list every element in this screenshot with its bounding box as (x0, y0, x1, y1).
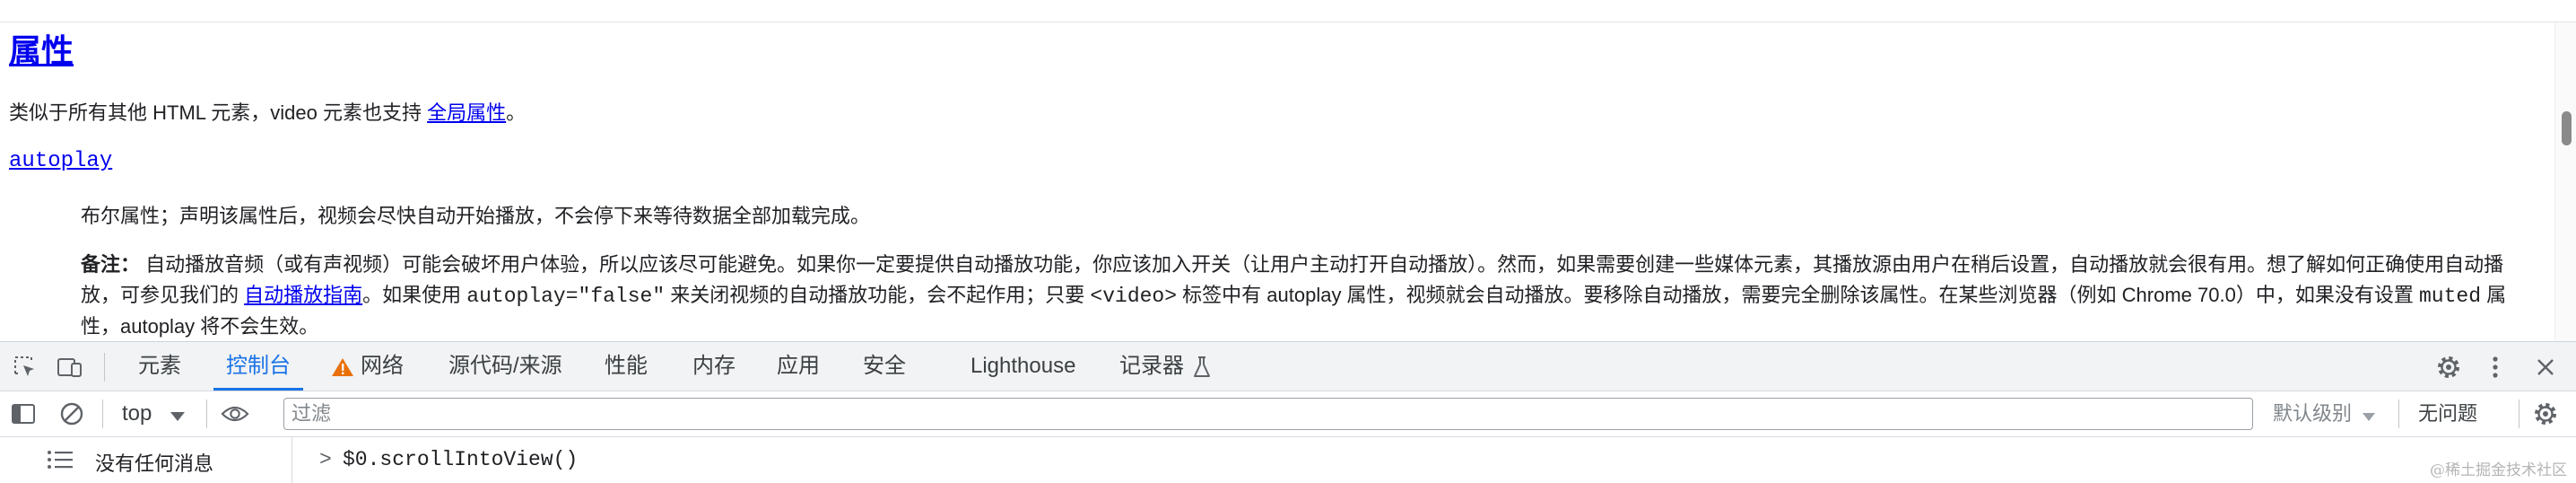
close-icon[interactable] (2531, 353, 2560, 382)
more-vertical-icon[interactable] (2481, 353, 2510, 382)
warning-icon (328, 353, 357, 382)
console-body: 没有任何消息 > $0.scrollIntoView() @稀土掘金技术社区 (0, 437, 2576, 483)
console-settings-icon[interactable] (2531, 400, 2560, 428)
log-levels-label: 默认级别 (2273, 402, 2353, 425)
intro-end: 。 (506, 101, 527, 124)
page-scrollbar-track[interactable] (2554, 22, 2576, 341)
console-filter-input[interactable] (283, 398, 2253, 430)
toolbar-divider (2398, 400, 2399, 428)
note-code-muted: muted (2418, 285, 2481, 308)
list-icon (47, 450, 74, 474)
tab-bar-divider (104, 353, 105, 382)
console-toolbar: top 默认级别 无问题 (0, 391, 2576, 437)
autoplay-note: 备注： 自动播放音频（或有声视频）可能会破坏用户体验，所以应该尽可能避免。如果你… (81, 250, 2529, 341)
global-attributes-link[interactable]: 全局属性 (427, 101, 506, 124)
intro-text: 类似于所有其他 HTML 元素，video 元素也支持 (9, 101, 422, 124)
autoplay-guide-link[interactable]: 自动播放指南 (244, 284, 362, 306)
note-code-autoplay-false: autoplay="false" (466, 285, 666, 308)
note-text-2: 。如果使用 (362, 284, 462, 306)
settings-icon[interactable] (2434, 353, 2463, 382)
tab-application[interactable]: 应用 (777, 342, 820, 391)
tab-recorder[interactable]: 记录器 (1119, 342, 1184, 391)
autoplay-term-link[interactable]: autoplay (9, 149, 112, 173)
tab-performance[interactable]: 性能 (605, 342, 648, 391)
tab-security[interactable]: 安全 (863, 342, 906, 391)
sidebar-toggle-icon[interactable] (9, 400, 38, 428)
flask-icon (1188, 353, 1216, 382)
context-selector[interactable]: top (122, 400, 186, 429)
toolbar-divider (102, 400, 103, 428)
section-heading-link[interactable]: 属性 (9, 25, 74, 72)
note-text-3: 来关闭视频的自动播放功能，会不起作用；只要 (670, 284, 1085, 306)
inspect-element-icon[interactable] (11, 353, 39, 382)
note-text-4: 标签中有 autoplay 属性，视频就会自动播放。要移除自动播放，需要完全删除… (1182, 284, 2414, 306)
tab-elements[interactable]: 元素 (138, 342, 181, 391)
tab-memory[interactable]: 内存 (692, 342, 735, 391)
dropdown-arrow-icon (170, 400, 186, 429)
autoplay-description: 布尔属性；声明该属性后，视频会尽快自动开始播放，不会停下来等待数据全部加载完成。 (81, 205, 871, 227)
tab-network[interactable]: 网络 (361, 342, 404, 391)
log-levels-dropdown[interactable]: 默认级别 (2273, 400, 2376, 429)
device-toggle-icon[interactable] (56, 353, 84, 382)
sidebar-messages-label[interactable]: 没有任何消息 (95, 448, 213, 477)
toolbar-divider (206, 400, 207, 428)
tab-lighthouse[interactable]: Lighthouse (970, 342, 1075, 391)
console-sidebar: 没有任何消息 (0, 437, 292, 483)
console-prompt: > (319, 448, 332, 471)
tab-sources[interactable]: 源代码/来源 (448, 342, 562, 391)
watermark: @稀土掘金技术社区 (2430, 461, 2567, 479)
page-scrollbar-thumb[interactable] (2562, 111, 2572, 145)
clear-console-icon[interactable] (57, 400, 86, 428)
eye-icon[interactable] (221, 400, 249, 428)
dropdown-arrow-icon (2363, 400, 2376, 429)
context-label: top (122, 401, 152, 426)
devtools-tab-bar: 元素 控制台 网络 源代码/来源 性能 内存 应用 安全 Lighthouse … (0, 341, 2576, 391)
console-command[interactable]: $0.scrollIntoView() (343, 448, 578, 471)
tab-console[interactable]: 控制台 (213, 342, 303, 391)
note-label: 备注： (81, 253, 141, 276)
intro-paragraph: 类似于所有其他 HTML 元素，video 元素也支持 全局属性。 (9, 97, 526, 126)
issues-counter[interactable]: 无问题 (2418, 400, 2477, 428)
page-content: 属性 类似于所有其他 HTML 元素，video 元素也支持 全局属性。 aut… (0, 0, 2576, 341)
note-code-video-tag: <video> (1090, 285, 1178, 308)
